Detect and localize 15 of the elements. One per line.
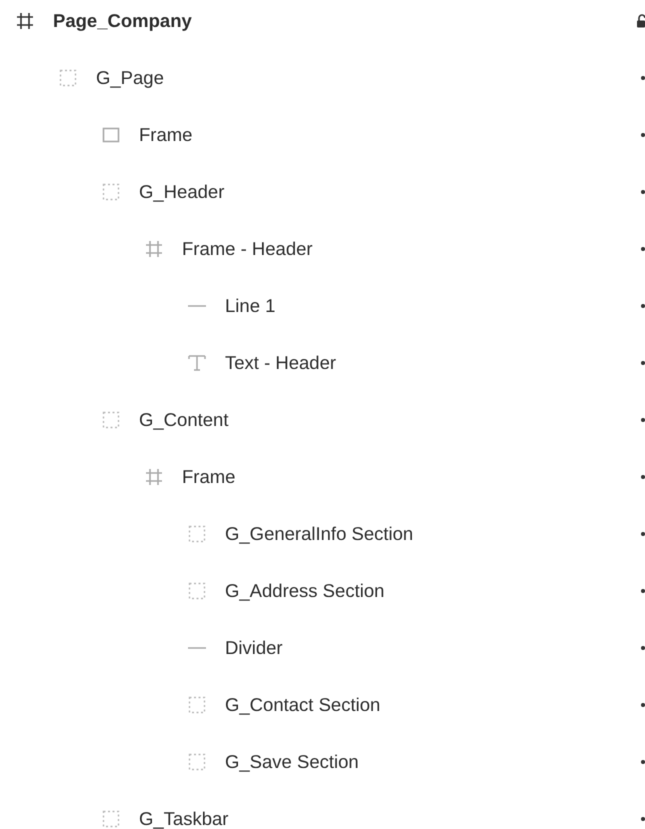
layer-name[interactable]: G_Page [96,64,164,92]
layer-name[interactable]: Frame [182,462,236,490]
layer-name[interactable]: G_Header [139,178,224,206]
layer-name[interactable]: G_Taskbar [139,804,228,829]
layer-name[interactable]: Frame - Header [182,234,313,262]
layer-name[interactable]: Divider [225,634,283,662]
layer-name[interactable]: Page_Company [53,6,192,34]
layer-name[interactable]: Line 1 [225,292,276,320]
layer-name[interactable]: G_Save Section [225,748,359,776]
layer-name[interactable]: G_Content [139,406,228,434]
layer-name[interactable]: Text - Header [225,348,336,376]
layer-name[interactable]: Frame [139,120,192,148]
layer-name[interactable]: G_Address Section [225,576,384,604]
layer-name[interactable]: G_Contact Section [225,690,380,718]
layer-name[interactable]: G_GeneralInfo Section [225,520,414,548]
